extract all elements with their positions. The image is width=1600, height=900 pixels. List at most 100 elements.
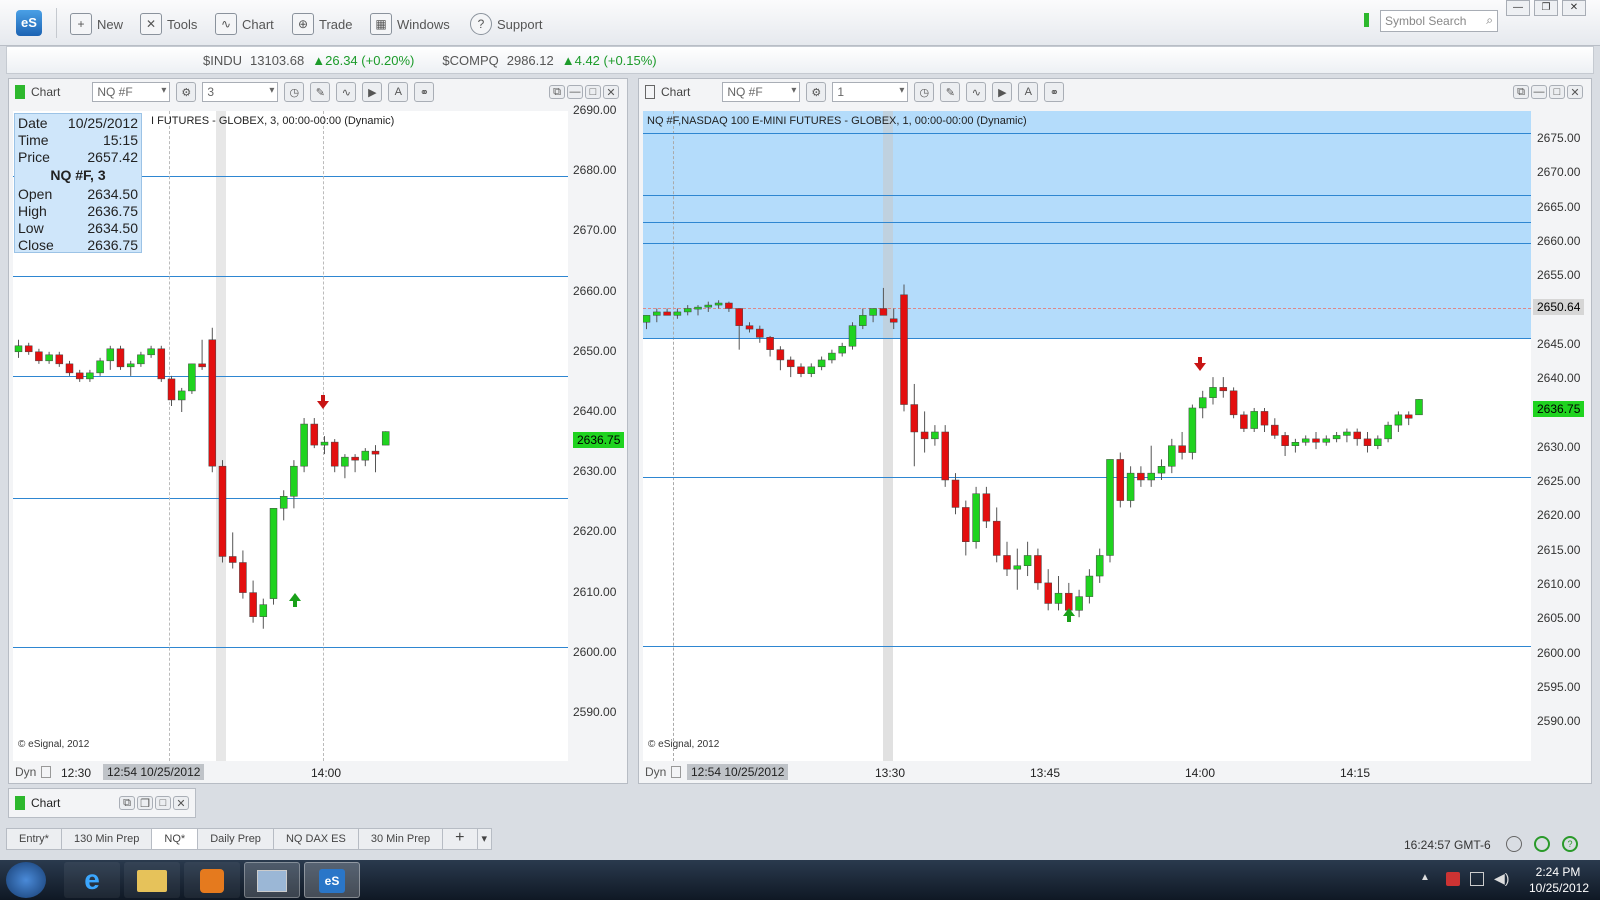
media-player-icon[interactable] (184, 862, 240, 898)
lock-icon[interactable] (41, 766, 51, 778)
candle (228, 556, 237, 563)
link-icon[interactable]: ⚭ (1044, 82, 1065, 102)
tab-daily-prep[interactable]: Daily Prep (197, 828, 273, 850)
lock-icon[interactable] (671, 766, 681, 778)
play-icon[interactable]: ▶ (992, 82, 1013, 102)
candle (951, 479, 960, 508)
symbol-search-input[interactable]: Symbol Search ⌕ (1380, 10, 1498, 32)
new-button[interactable]: + New (70, 12, 123, 36)
clock-icon[interactable]: ◷ (914, 82, 935, 102)
curve-icon[interactable]: ∿ (336, 82, 357, 102)
ticker-symbol[interactable]: $COMPQ (442, 53, 498, 68)
time-tick: 13:45 (1030, 766, 1061, 780)
window-maximize-button[interactable]: □ (1549, 85, 1565, 99)
sell-signal-arrow (317, 395, 329, 409)
tab-menu-button[interactable]: ▾ (476, 828, 493, 850)
tray-arrow-icon[interactable]: ▲ (1420, 872, 1430, 883)
windows-button[interactable]: ▦ Windows (370, 12, 450, 36)
left-price-plot[interactable]: I FUTURES - GLOBEX, 3, 00:00-00:00 (Dyna… (13, 111, 568, 761)
clock-icon[interactable]: ◷ (284, 82, 305, 102)
candle (1291, 442, 1300, 446)
right-price-plot[interactable]: NQ #F,NASDAQ 100 E-MINI FUTURES - GLOBEX… (643, 111, 1531, 761)
right-price-axis[interactable]: 2675.00 2670.00 2665.00 2660.00 2655.00 2650.… (1533, 111, 1591, 761)
window-close-button[interactable]: ✕ (1567, 85, 1583, 99)
start-button[interactable] (6, 862, 46, 898)
price-tick-label: 2655.00 (1537, 268, 1581, 283)
refresh-icon[interactable] (1534, 836, 1550, 852)
candle (239, 562, 247, 593)
taskbar-time[interactable]: 2:24 PM (1528, 865, 1588, 879)
pencil-icon[interactable]: ✎ (310, 82, 331, 102)
candle (1013, 565, 1022, 570)
window-minimize-button[interactable]: — (567, 85, 583, 99)
tab-entry[interactable]: Entry* (6, 828, 61, 850)
window-minimize-button[interactable]: — (1531, 85, 1547, 99)
trade-button[interactable]: ⊕ Trade (292, 12, 352, 36)
chart-button[interactable]: ∿ Chart (215, 12, 274, 36)
dyn-label[interactable]: Dyn (15, 765, 36, 779)
tools-button[interactable]: ✕ Tools (140, 12, 197, 36)
tab-nq[interactable]: NQ* (151, 828, 198, 850)
close-button[interactable]: ✕ (1562, 0, 1586, 16)
pencil-icon[interactable]: ✎ (940, 82, 961, 102)
alert-icon[interactable]: A (1018, 82, 1039, 102)
buy-signal-arrow (1063, 608, 1075, 622)
candle (1157, 466, 1166, 474)
window-close-button[interactable]: ✕ (603, 85, 619, 99)
symbol-combo[interactable]: NQ #F (722, 82, 801, 102)
window-close-button[interactable]: ✕ (173, 796, 189, 810)
esignal-taskbar-icon[interactable]: eS (304, 862, 360, 898)
taskbar-date[interactable]: 10/25/2012 (1524, 881, 1594, 895)
info-time-label: Time (18, 132, 49, 148)
candle (683, 308, 692, 313)
candle (992, 520, 1001, 556)
minimized-chart-window[interactable]: Chart ⧉ ❐ □ ✕ (8, 788, 196, 818)
clock-icon[interactable] (1506, 836, 1522, 852)
play-icon[interactable]: ▶ (362, 82, 383, 102)
support-button[interactable]: ? Support (470, 12, 543, 36)
alert-icon[interactable]: A (388, 82, 409, 102)
window-detach-button[interactable]: ⧉ (1513, 85, 1529, 99)
data-window: Date 10/25/2012 Time 15:15 Price 2657.42 NQ… (14, 113, 142, 253)
remote-desktop-icon[interactable] (244, 862, 300, 898)
restore-button[interactable]: ❐ (1534, 0, 1558, 16)
candle (208, 339, 217, 467)
dyn-label[interactable]: Dyn (645, 765, 666, 779)
window-restore-button[interactable]: ❐ (137, 796, 153, 810)
candle (177, 390, 186, 401)
ticker-symbol[interactable]: $INDU (203, 53, 242, 68)
volume-icon[interactable]: ◀) (1494, 870, 1509, 887)
candle (1003, 555, 1011, 570)
ie-icon[interactable]: e (64, 862, 120, 898)
candle (96, 360, 104, 374)
candle (75, 372, 84, 380)
window-maximize-button[interactable]: □ (155, 796, 171, 810)
settings-icon[interactable]: ⚙ (176, 82, 197, 102)
window-detach-button[interactable]: ⧉ (119, 796, 135, 810)
esignal-logo[interactable]: eS (16, 10, 42, 36)
help-icon[interactable]: ? (1562, 836, 1578, 852)
candle (982, 493, 991, 522)
link-icon[interactable]: ⚭ (414, 82, 435, 102)
candle (1023, 555, 1032, 566)
candle (106, 348, 115, 362)
interval-combo[interactable]: 3 (202, 82, 279, 102)
candle (879, 308, 888, 316)
curve-icon[interactable]: ∿ (966, 82, 987, 102)
symbol-combo[interactable]: NQ #F (92, 82, 171, 102)
window-maximize-button[interactable]: □ (585, 85, 601, 99)
candle (361, 450, 370, 461)
window-detach-button[interactable]: ⧉ (549, 85, 565, 99)
network-icon[interactable] (1470, 872, 1484, 886)
tab-130-min-prep[interactable]: 130 Min Prep (60, 828, 152, 850)
tab-30-min-prep[interactable]: 30 Min Prep (357, 828, 443, 850)
minimize-button[interactable]: — (1506, 0, 1530, 16)
folder-icon[interactable] (124, 862, 180, 898)
flag-icon[interactable] (1446, 872, 1460, 886)
candle (188, 363, 196, 392)
interval-combo[interactable]: 1 (832, 82, 909, 102)
add-tab-button[interactable]: + (442, 828, 477, 850)
settings-icon[interactable]: ⚙ (806, 82, 827, 102)
chart-title: Chart (31, 796, 61, 810)
tab-nq-dax-es[interactable]: NQ DAX ES (272, 828, 358, 850)
